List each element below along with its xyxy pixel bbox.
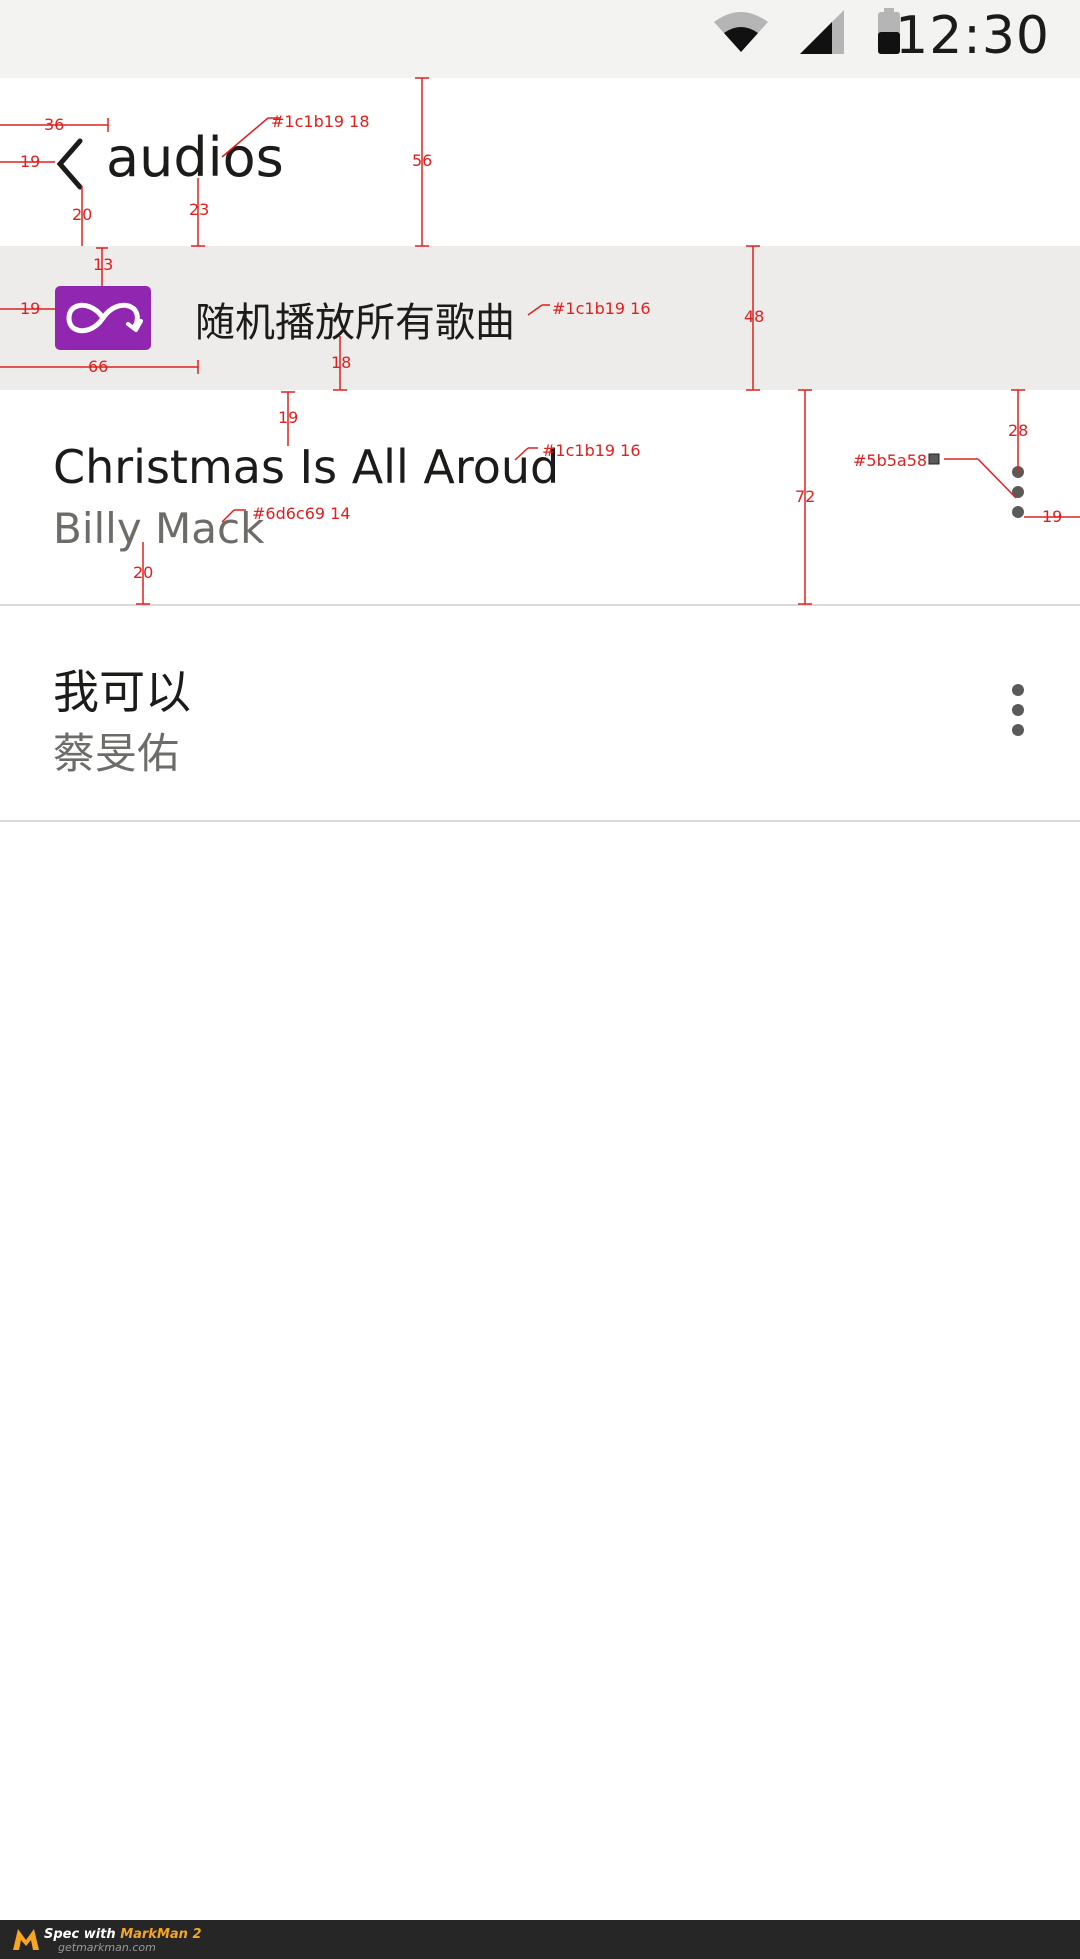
annotation: 56 [412,151,433,170]
annotation: 28 [1008,421,1029,440]
annotation: 36 [44,115,65,134]
divider [0,820,1080,822]
annotation: #1c1b19 18 [271,112,370,131]
annotation: #5b5a58 [853,451,928,470]
annotation: 20 [133,563,154,582]
song-artist: 蔡旻佑 [53,729,180,778]
annotation: 19 [278,408,299,427]
annotation: #1c1b19 16 [542,441,641,460]
song-title: 我可以 [53,665,191,719]
annotation: #1c1b19 16 [552,299,651,318]
annotation: 20 [72,205,93,224]
annotation: 48 [744,307,765,326]
markman-logo-icon [13,1929,39,1950]
annotation: 18 [331,353,352,372]
footer-brand: Spec with MarkMan 2 [44,1927,202,1942]
spec-annotation-lines [0,77,1080,605]
annotation: #6d6c69 14 [252,504,351,523]
annotation: 19 [20,152,41,171]
annotation: 66 [88,357,109,376]
annotation: 19 [20,299,41,318]
annotation: 19 [1042,507,1063,526]
annotation: 23 [189,200,210,219]
annotation: 72 [795,487,816,506]
more-options-icon[interactable] [997,676,1041,756]
footer-url: getmarkman.com [58,1941,156,1954]
annotation: 13 [93,255,114,274]
